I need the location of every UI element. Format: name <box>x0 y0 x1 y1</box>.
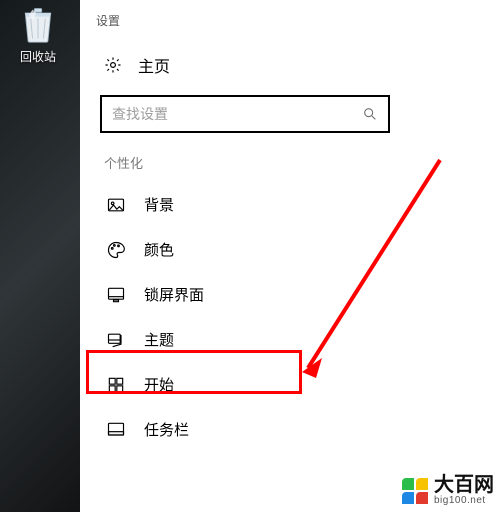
watermark-text-cn: 大百网 <box>434 475 494 495</box>
watermark: 大百网 big100.net <box>402 475 494 506</box>
sidebar-item-label: 任务栏 <box>144 419 189 440</box>
start-icon <box>106 375 126 395</box>
recycle-bin-icon <box>19 4 57 44</box>
home-button[interactable]: 主页 <box>100 47 476 89</box>
sidebar-item-start[interactable]: 开始 <box>100 362 476 407</box>
sidebar-item-colors[interactable]: 颜色 <box>100 227 476 272</box>
window-title: 设置 <box>80 0 500 47</box>
sidebar-item-label: 锁屏界面 <box>144 284 204 305</box>
recycle-bin[interactable]: 回收站 <box>8 4 68 65</box>
watermark-text-en: big100.net <box>434 495 494 506</box>
gear-icon <box>104 56 122 74</box>
search-icon <box>362 106 378 122</box>
picture-icon <box>106 195 126 215</box>
search-input[interactable] <box>100 95 390 133</box>
palette-icon <box>106 240 126 260</box>
watermark-logo-icon <box>402 478 428 504</box>
settings-window: 设置 主页 个性化 <box>80 0 500 512</box>
sidebar-item-themes[interactable]: 主题 <box>100 317 476 362</box>
sidebar-item-label: 颜色 <box>144 239 174 260</box>
sidebar-item-taskbar[interactable]: 任务栏 <box>100 407 476 452</box>
section-label-personalization: 个性化 <box>104 153 476 172</box>
lock-screen-icon <box>106 285 126 305</box>
sidebar-item-label: 背景 <box>144 194 174 215</box>
sidebar-item-label: 主题 <box>144 329 174 350</box>
home-label: 主页 <box>138 53 170 77</box>
search-field[interactable] <box>112 106 362 122</box>
sidebar-item-background[interactable]: 背景 <box>100 182 476 227</box>
settings-left-column: 主页 个性化 背景 颜色 <box>80 47 500 452</box>
sidebar-item-lockscreen[interactable]: 锁屏界面 <box>100 272 476 317</box>
themes-icon <box>106 330 126 350</box>
taskbar-icon <box>106 420 126 440</box>
recycle-bin-label: 回收站 <box>8 48 68 65</box>
sidebar-item-label: 开始 <box>144 374 174 395</box>
